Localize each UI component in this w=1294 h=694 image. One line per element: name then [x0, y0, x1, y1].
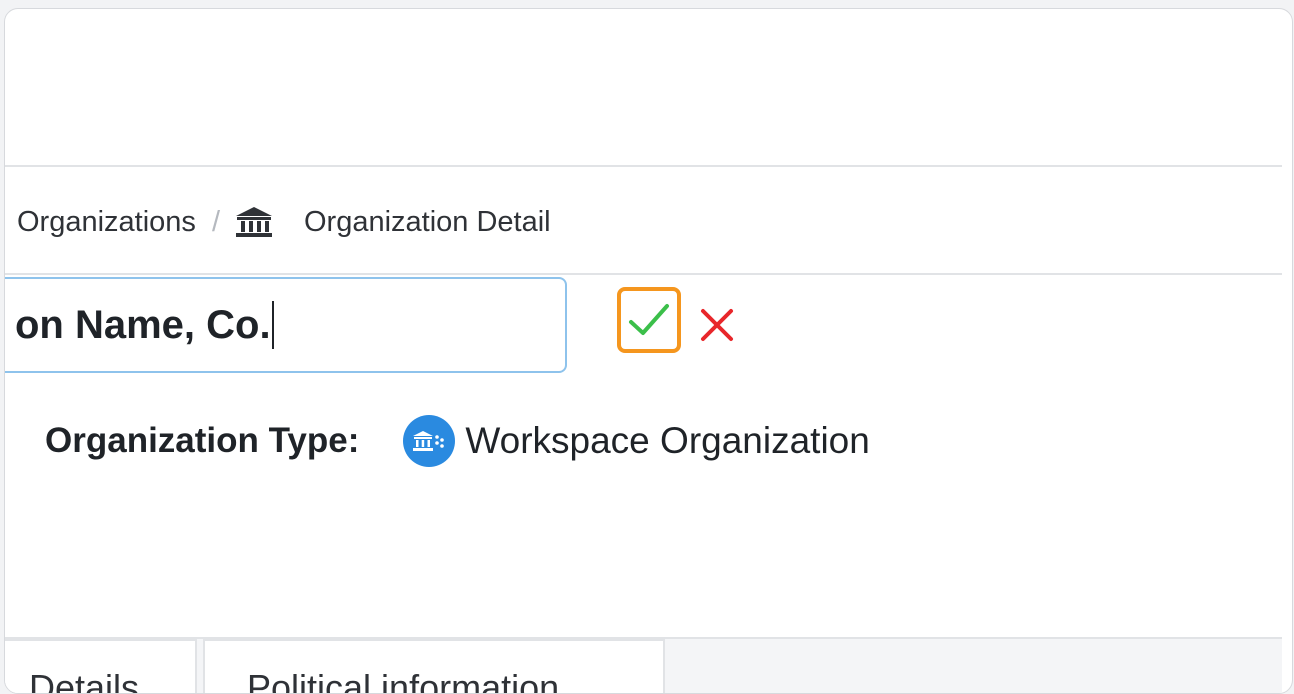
tab-details-label: Details	[29, 667, 140, 694]
tab-details[interactable]: Details	[5, 639, 197, 694]
close-icon	[701, 309, 733, 341]
breadcrumb: Organizations / Organization Detail	[17, 205, 551, 239]
organization-type-label: Organization Type:	[45, 421, 360, 460]
bank-icon	[234, 205, 274, 239]
organization-name-value[interactable]: on Name, Co.	[15, 303, 271, 348]
breadcrumb-divider	[5, 273, 1282, 275]
breadcrumb-current: Organization Detail	[304, 205, 551, 238]
breadcrumb-separator: /	[211, 205, 220, 238]
text-caret	[271, 301, 274, 349]
organization-name-input[interactable]: on Name, Co.	[5, 277, 567, 373]
organization-detail-card: Organizations / Organization Detail on N…	[4, 8, 1293, 694]
organization-type-value: Workspace Organization	[465, 420, 870, 461]
tab-political-information-label: Political information	[247, 667, 560, 694]
checkmark-icon	[629, 304, 669, 335]
header-divider	[5, 165, 1282, 167]
tab-political-information[interactable]: Political information	[203, 639, 665, 694]
breadcrumb-organizations-link[interactable]: Organizations	[17, 206, 196, 239]
organization-type-row: Organization Type: Workspace Organizatio…	[45, 413, 870, 469]
cancel-button[interactable]	[697, 305, 737, 345]
confirm-button[interactable]	[617, 287, 681, 353]
workspace-organization-icon	[403, 415, 456, 467]
